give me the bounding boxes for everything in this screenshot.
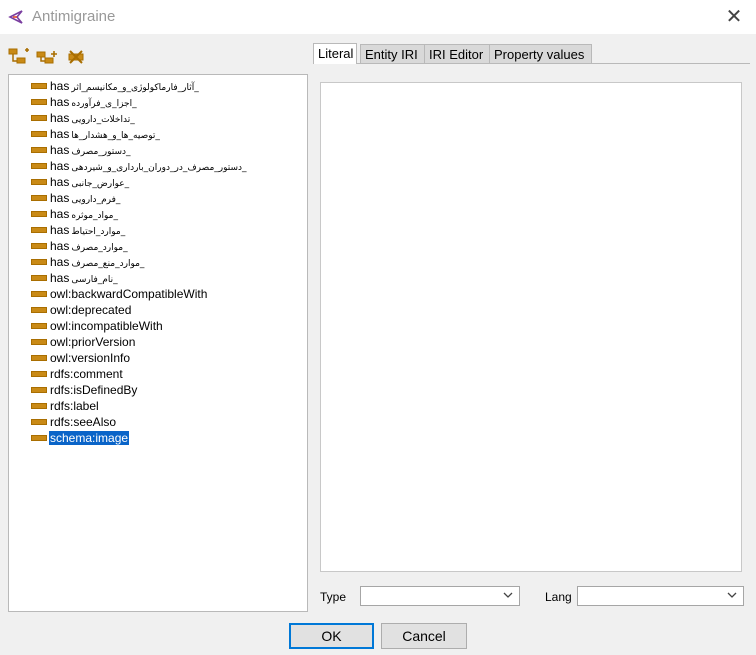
tree-item[interactable]: rdfs:isDefinedBy: [31, 382, 138, 398]
tree-item-label: has _توصیه_ها_و_هشدار_ها: [50, 127, 160, 141]
window-title: Antimigraine: [32, 8, 116, 25]
tree-item-label: has _عوارض_جانبی: [50, 175, 130, 189]
tree-item[interactable]: owl:backwardCompatibleWith: [31, 286, 208, 302]
tree-item-label: rdfs:label: [50, 399, 99, 413]
tree-item-label: owl:incompatibleWith: [50, 319, 163, 333]
annotation-property-icon: [31, 115, 47, 121]
tab-divider: [313, 63, 750, 64]
tree-item[interactable]: has _موارد_منع_مصرف: [31, 254, 145, 270]
tree-item-label: has _موارد_مصرف: [50, 239, 128, 253]
chevron-down-icon: [727, 592, 737, 598]
lang-label: Lang: [545, 590, 572, 604]
annotation-property-icon: [31, 147, 47, 153]
delete-property-icon[interactable]: [66, 46, 88, 68]
tree-item-label: owl:priorVersion: [50, 335, 136, 349]
tree-item-label: owl:backwardCompatibleWith: [50, 287, 208, 301]
literal-text-area[interactable]: [320, 82, 742, 572]
tree-item[interactable]: has _دستور_مصرف: [31, 142, 132, 158]
tree-item-label: has _فرم_دارویی: [50, 191, 121, 205]
annotation-property-icon: [31, 259, 47, 265]
tree-item-label: has _دستور_مصرف_در_دوران_بارداری_و_شیردهی: [50, 159, 247, 173]
close-icon[interactable]: ✕: [722, 5, 746, 29]
tree-item[interactable]: has _فرم_دارویی: [31, 190, 121, 206]
annotation-property-icon: [31, 211, 47, 217]
tree-item[interactable]: has _موارد_احتیاط: [31, 222, 126, 238]
add-sibling-property-icon[interactable]: [36, 46, 58, 68]
add-sub-property-icon[interactable]: [8, 46, 30, 68]
protege-app-icon: [8, 10, 23, 24]
annotation-property-icon: [31, 83, 47, 89]
tree-item[interactable]: rdfs:seeAlso: [31, 414, 117, 430]
tree-item-label: has _موارد_احتیاط: [50, 223, 126, 237]
tree-item[interactable]: rdfs:label: [31, 398, 100, 414]
tree-item[interactable]: has _دستور_مصرف_در_دوران_بارداری_و_شیردهی: [31, 158, 248, 174]
tree-item[interactable]: owl:versionInfo: [31, 350, 131, 366]
annotation-property-icon: [31, 131, 47, 137]
ok-button[interactable]: OK: [289, 623, 374, 649]
tab-literal[interactable]: Literal: [313, 43, 357, 64]
annotation-property-icon: [31, 403, 47, 409]
annotation-property-icon: [31, 275, 47, 281]
annotation-property-icon: [31, 99, 47, 105]
tab-iri-editor[interactable]: IRI Editor: [424, 44, 490, 63]
annotation-property-icon: [31, 387, 47, 393]
annotation-property-icon: [31, 435, 47, 441]
tree-item[interactable]: has _عوارض_جانبی: [31, 174, 130, 190]
tree-item-label: has _مواد_موثره: [50, 207, 118, 221]
lang-dropdown[interactable]: [577, 586, 744, 606]
type-label: Type: [320, 590, 347, 604]
tree-item[interactable]: has _تداخلات_دارویی: [31, 110, 136, 126]
tree-item-label: owl:deprecated: [50, 303, 132, 317]
tree-item-label: schema:image: [49, 431, 130, 445]
tree-item-label: has _دستور_مصرف: [50, 143, 131, 157]
tree-item[interactable]: has _آثار_فارماکولوژی_و_مکانیسم_اثر: [31, 78, 200, 94]
tree-item-label: has _تداخلات_دارویی: [50, 111, 135, 125]
tree-item-selected[interactable]: schema:image: [31, 430, 130, 446]
tree-item[interactable]: has _اجزا_ی_فرآورده: [31, 94, 138, 110]
tree-item-label: has _اجزا_ی_فرآورده: [50, 95, 137, 109]
annotation-property-icon: [31, 307, 47, 313]
tree-item-label: has _نام_فارسی: [50, 271, 118, 285]
tree-item-label: has _موارد_منع_مصرف: [50, 255, 145, 269]
tree-item-label: rdfs:comment: [50, 367, 123, 381]
annotation-property-tree[interactable]: has _آثار_فارماکولوژی_و_مکانیسم_اثر has _ا…: [8, 74, 308, 612]
tree-item-label: has _آثار_فارماکولوژی_و_مکانیسم_اثر: [50, 79, 199, 93]
annotation-property-icon: [31, 419, 47, 425]
annotation-property-icon: [31, 323, 47, 329]
annotation-property-icon: [31, 291, 47, 297]
tab-property-values[interactable]: Property values: [489, 44, 592, 63]
tree-item[interactable]: owl:priorVersion: [31, 334, 136, 350]
tree-item[interactable]: owl:incompatibleWith: [31, 318, 164, 334]
title-bar: Antimigraine ✕: [0, 0, 756, 34]
tree-item[interactable]: has _نام_فارسی: [31, 270, 119, 286]
annotation-property-icon: [31, 339, 47, 345]
tree-item[interactable]: has _مواد_موثره: [31, 206, 119, 222]
type-dropdown[interactable]: [360, 586, 520, 606]
annotation-property-icon: [31, 355, 47, 361]
annotation-property-icon: [31, 195, 47, 201]
tree-item-label: owl:versionInfo: [50, 351, 131, 365]
tree-item[interactable]: owl:deprecated: [31, 302, 132, 318]
tree-item-label: rdfs:isDefinedBy: [50, 383, 138, 397]
tree-item-label: rdfs:seeAlso: [50, 415, 117, 429]
tree-item[interactable]: has _توصیه_ها_و_هشدار_ها: [31, 126, 161, 142]
chevron-down-icon: [503, 592, 513, 598]
annotation-property-icon: [31, 371, 47, 377]
annotation-property-icon: [31, 163, 47, 169]
tree-item[interactable]: rdfs:comment: [31, 366, 124, 382]
tree-item[interactable]: has _موارد_مصرف: [31, 238, 129, 254]
annotation-property-icon: [31, 179, 47, 185]
cancel-button[interactable]: Cancel: [381, 623, 467, 649]
annotation-property-icon: [31, 227, 47, 233]
tab-entity-iri[interactable]: Entity IRI: [360, 44, 425, 63]
annotation-property-icon: [31, 243, 47, 249]
